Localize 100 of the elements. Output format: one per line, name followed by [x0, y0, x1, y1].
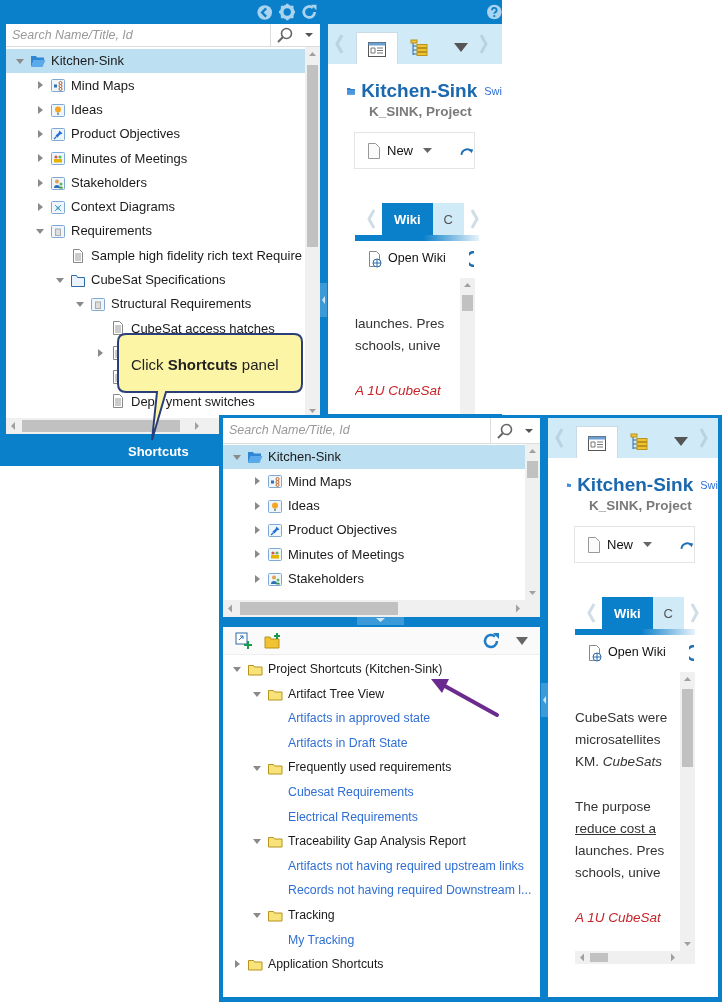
tree-row[interactable]: Minutes of Meetings	[6, 146, 305, 171]
horizontal-scrollbar[interactable]	[575, 951, 695, 964]
tree-label: Minutes of Meetings	[71, 149, 188, 168]
tree-label: Requirements	[71, 222, 152, 241]
tree-row[interactable]: Product Objectives	[223, 517, 525, 543]
details-icon	[367, 39, 387, 58]
tree-row[interactable]: Artifacts not having required upstream links	[223, 853, 540, 879]
settings-icon[interactable]	[278, 3, 295, 21]
open-wiki-button[interactable]: Open Wiki	[588, 643, 666, 662]
tree-row[interactable]: CubeSat access hatches	[6, 316, 305, 341]
tree-row[interactable]: Cubesat Requirements	[223, 779, 540, 805]
tree-row[interactable]: Product Objectives	[6, 121, 305, 147]
shortcut-link[interactable]: Electrical Requirements	[288, 807, 418, 827]
new-folder-icon[interactable]	[264, 632, 281, 649]
tree-row[interactable]: Mind Maps	[223, 469, 525, 494]
tree-row[interactable]: Ideas	[6, 97, 305, 122]
tree-row[interactable]: Tracking	[223, 902, 540, 928]
refresh-icon[interactable]	[300, 3, 318, 21]
tree-row[interactable]: Frequently used requirements	[223, 755, 540, 780]
dropdown-arrow-icon[interactable]	[454, 43, 468, 52]
tree-label: Application Shortcuts	[268, 956, 384, 974]
tree-label: yment switches	[165, 392, 255, 411]
tree-row[interactable]: Dep yment switches	[6, 389, 305, 414]
details-icon	[587, 433, 607, 452]
switch-link[interactable]: Swi	[484, 82, 502, 100]
tree-row[interactable]: Context Diagrams	[6, 194, 305, 220]
tree-row[interactable]: Application Shortcuts	[223, 952, 540, 977]
refresh-icon[interactable]	[688, 644, 695, 661]
wiki-tab[interactable]: Wiki	[602, 597, 653, 630]
collapse-handle[interactable]	[541, 683, 548, 717]
dropdown-arrow-icon[interactable]	[516, 636, 528, 645]
tree-row[interactable]: Traceability Gap Analysis Report	[223, 829, 540, 854]
caret-icon	[423, 148, 432, 154]
tree-row[interactable]: Artifacts in approved state	[223, 706, 540, 731]
shortcut-link[interactable]: Artifacts not having required upstream links	[288, 856, 524, 876]
dropdown-arrow-icon[interactable]	[674, 437, 688, 446]
vertical-scrollbar[interactable]	[305, 47, 320, 418]
tree-row[interactable]: Structural Requirements	[6, 291, 305, 317]
document-icon	[587, 535, 601, 554]
view-tab[interactable]	[356, 32, 398, 64]
tree-row[interactable]: Stakeholders	[6, 170, 305, 195]
pin-icon	[50, 126, 66, 143]
vertical-scrollbar[interactable]	[525, 444, 540, 600]
tree-label: Minutes of Meetings	[288, 545, 405, 564]
caret-icon	[524, 427, 534, 434]
tree-row[interactable]: Minutes of Meetings	[223, 542, 525, 567]
refresh-icon[interactable]	[468, 250, 475, 267]
tree-label: Traceability Gap Analysis Report	[288, 833, 466, 851]
shortcut-link[interactable]: Artifacts in Draft State	[288, 733, 408, 753]
tree-row[interactable]: My Tracking	[223, 927, 540, 953]
horizontal-scrollbar[interactable]	[223, 600, 540, 617]
help-icon[interactable]	[487, 4, 502, 20]
refresh-icon[interactable]	[482, 631, 500, 650]
wiki-tab[interactable]: C	[432, 203, 464, 236]
new-button[interactable]: New	[587, 535, 652, 555]
collapse-handle[interactable]	[320, 283, 327, 317]
wiki-text-line: The purpose	[575, 798, 652, 816]
tree-row[interactable]: Records not having required Downstream l...	[223, 878, 540, 903]
shortcut-link[interactable]: My Tracking	[288, 930, 355, 950]
tree-row[interactable]: Artifacts in Draft State	[223, 730, 540, 756]
tree-row[interactable]: Mind Maps	[6, 73, 305, 98]
open-wiki-button[interactable]: Open Wiki	[368, 249, 446, 268]
shortcut-link[interactable]: Records not having required Downstream l...	[288, 881, 532, 900]
tree-row[interactable]: Artifact Tree View	[223, 681, 540, 707]
tree-label: Artifact Tree View	[288, 685, 385, 703]
tree-row[interactable]: CubeSat Specifications	[6, 267, 305, 292]
project-subtitle: K_SINK, Project	[369, 103, 473, 121]
tree-row[interactable]: Electrical Requirements	[223, 804, 540, 830]
tree-row[interactable]: Project Shortcuts (Kitchen-Sink)	[223, 657, 540, 682]
caret-icon	[304, 32, 314, 38]
tree-row[interactable]: Kitchen-Sink	[6, 49, 305, 74]
callout-tooltip-text: Click Shortcuts panel	[131, 355, 279, 375]
meeting-icon	[50, 150, 66, 167]
tree-row[interactable]: Sample high fidelity rich text Require	[6, 243, 305, 268]
vertical-scrollbar[interactable]	[680, 672, 695, 951]
horizontal-scrollbar[interactable]	[6, 418, 219, 434]
tree-row[interactable]: Kitchen-Sink	[223, 445, 525, 470]
tree-label: Product Objectives	[288, 521, 398, 540]
tree-label: Mind Maps	[71, 76, 135, 95]
wiki-text-line: launches. Pres	[355, 315, 446, 333]
tree-row[interactable]: Stakeholders	[223, 566, 525, 591]
shortcut-link[interactable]: Artifacts in approved state	[288, 709, 431, 728]
document-icon	[367, 141, 381, 160]
document-folder-icon	[50, 223, 66, 240]
back-icon[interactable]	[257, 3, 273, 21]
splitter-handle[interactable]	[357, 617, 404, 625]
tree-label: CubeSat access hatches	[131, 319, 275, 338]
add-shortcut-icon[interactable]	[235, 632, 252, 649]
tree-row[interactable]: Ideas	[223, 493, 525, 518]
tree-row[interactable]: Requirements	[6, 219, 305, 244]
wiki-tab[interactable]: C	[652, 597, 684, 630]
view-tab[interactable]	[576, 426, 618, 458]
shortcut-link[interactable]: Cubesat Requirements	[288, 783, 414, 802]
wiki-tab[interactable]: Wiki	[382, 203, 433, 236]
document-folder-icon	[90, 296, 106, 313]
switch-link[interactable]: Swi	[700, 476, 718, 494]
people-icon	[50, 174, 66, 191]
tree-label: Product Objectives	[71, 125, 181, 144]
project-subtitle: K_SINK, Project	[589, 497, 693, 515]
new-button[interactable]: New	[367, 141, 432, 161]
